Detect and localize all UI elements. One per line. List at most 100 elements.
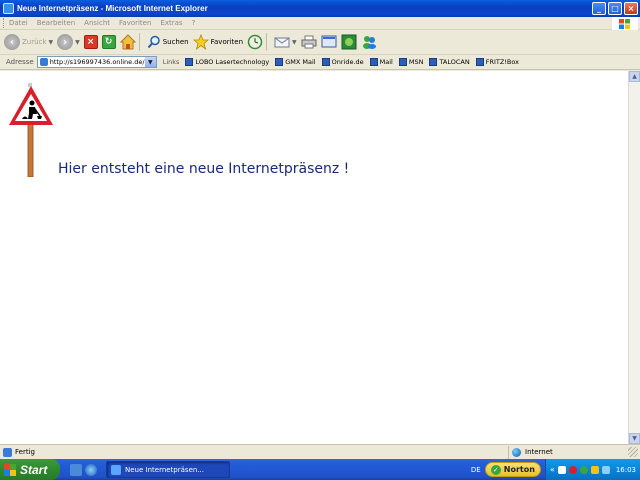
language-indicator[interactable]: DE bbox=[471, 466, 481, 474]
back-arrow-icon: ‹ bbox=[4, 34, 20, 50]
link-label: TALOCAN bbox=[439, 58, 470, 66]
history-icon bbox=[247, 34, 263, 50]
zone-label: Internet bbox=[525, 448, 553, 456]
edit-button[interactable] bbox=[321, 32, 337, 52]
link-label: GMX Mail bbox=[285, 58, 316, 66]
address-label: Adresse bbox=[6, 58, 34, 66]
title-bar: Neue Internetpräsenz - Microsoft Interne… bbox=[0, 0, 640, 17]
search-button[interactable]: Suchen bbox=[147, 32, 189, 52]
back-label: Zurück bbox=[22, 38, 47, 46]
messenger-button[interactable] bbox=[361, 32, 377, 52]
link-gmx-mail[interactable]: GMX Mail bbox=[275, 58, 316, 66]
vertical-scrollbar[interactable]: ▲ ▼ bbox=[628, 71, 640, 444]
link-label: LOBO Lasertechnology bbox=[195, 58, 270, 66]
ie-quicklaunch-icon[interactable] bbox=[85, 463, 97, 476]
construction-sign-icon bbox=[9, 83, 53, 177]
back-button[interactable]: ‹ Zurück ▼ bbox=[4, 32, 53, 52]
scroll-down-icon[interactable]: ▼ bbox=[629, 433, 640, 444]
toolbar-separator bbox=[138, 33, 140, 51]
link-page-icon bbox=[275, 58, 284, 66]
toolbar-grip[interactable] bbox=[3, 18, 6, 28]
norton-label: Norton bbox=[503, 465, 535, 474]
mail-button[interactable]: ▼ bbox=[274, 32, 297, 52]
link-page-icon bbox=[429, 58, 438, 66]
link-lobo[interactable]: LOBO Lasertechnology bbox=[185, 58, 269, 66]
history-button[interactable] bbox=[247, 32, 263, 52]
stop-button[interactable]: × bbox=[83, 32, 98, 52]
link-page-icon bbox=[321, 58, 330, 66]
forward-button[interactable]: › ▼ bbox=[57, 32, 80, 52]
security-zone: Internet bbox=[508, 445, 628, 459]
link-page-icon bbox=[475, 58, 484, 66]
back-dropdown-icon[interactable]: ▼ bbox=[48, 39, 53, 46]
ie-task-icon bbox=[111, 464, 121, 475]
start-label: Start bbox=[20, 462, 48, 477]
menu-ansicht[interactable]: Ansicht bbox=[84, 19, 110, 27]
tray-security-icon[interactable] bbox=[568, 465, 577, 474]
discuss-icon bbox=[341, 34, 357, 50]
standard-toolbar: ‹ Zurück ▼ › ▼ × ↻ Suchen Favoriten ▼ bbox=[0, 30, 640, 55]
window-title: Neue Internetpräsenz - Microsoft Interne… bbox=[17, 4, 208, 13]
check-icon: ✓ bbox=[490, 464, 501, 475]
start-button[interactable]: Start bbox=[0, 459, 60, 480]
task-label: Neue Internetpräsen... bbox=[125, 465, 204, 474]
menu-datei[interactable]: Datei bbox=[9, 19, 28, 27]
page-icon bbox=[39, 58, 48, 66]
link-page-icon bbox=[398, 58, 407, 66]
link-label: Onride.de bbox=[331, 58, 364, 66]
print-button[interactable] bbox=[301, 32, 317, 52]
mail-icon bbox=[274, 37, 290, 48]
globe-icon bbox=[512, 447, 521, 457]
star-icon bbox=[192, 34, 209, 50]
toolbar-separator bbox=[266, 33, 268, 51]
page-status-icon bbox=[3, 447, 12, 457]
mail-dropdown-icon[interactable]: ▼ bbox=[292, 39, 297, 46]
resize-grip-icon[interactable] bbox=[628, 447, 638, 457]
home-button[interactable] bbox=[119, 32, 136, 52]
windows-flag-icon bbox=[4, 463, 16, 476]
home-icon bbox=[119, 34, 136, 50]
ie-icon bbox=[3, 3, 14, 14]
tray-status-icon[interactable] bbox=[579, 465, 588, 474]
link-label: FRITZ!Box bbox=[485, 58, 520, 66]
search-icon bbox=[147, 35, 160, 49]
taskbar-item-ie[interactable]: Neue Internetpräsen... bbox=[106, 461, 230, 478]
search-label: Suchen bbox=[162, 38, 189, 46]
clock[interactable]: 16:03 bbox=[616, 466, 636, 474]
minimize-button[interactable]: _ bbox=[592, 2, 606, 15]
address-input[interactable]: http://s196997436.online.de/ ▼ bbox=[36, 56, 157, 68]
menu-extras[interactable]: Extras bbox=[160, 19, 182, 27]
menu-help[interactable]: ? bbox=[192, 19, 196, 27]
menu-bearbeiten[interactable]: Bearbeiten bbox=[37, 19, 75, 27]
discuss-button[interactable] bbox=[341, 32, 357, 52]
link-label: MSN bbox=[408, 58, 424, 66]
address-value[interactable]: http://s196997436.online.de/ bbox=[50, 58, 145, 66]
link-msn[interactable]: MSN bbox=[398, 58, 424, 66]
link-mail[interactable]: Mail bbox=[369, 58, 393, 66]
menu-favoriten[interactable]: Favoriten bbox=[119, 19, 151, 27]
maximize-button[interactable]: □ bbox=[608, 2, 622, 15]
taskbar: Start Neue Internetpräsen... DE ✓ Norton… bbox=[0, 459, 640, 480]
tray-expand-icon[interactable]: « bbox=[550, 465, 555, 474]
link-onride[interactable]: Onride.de bbox=[321, 58, 364, 66]
status-text: Fertig bbox=[15, 448, 35, 456]
favorites-button[interactable]: Favoriten bbox=[192, 32, 243, 52]
system-tray: « 16:03 bbox=[544, 459, 640, 480]
quick-launch bbox=[70, 463, 100, 476]
link-fritzbox[interactable]: FRITZ!Box bbox=[475, 58, 520, 66]
scroll-up-icon[interactable]: ▲ bbox=[629, 71, 640, 82]
tray-volume-icon[interactable] bbox=[601, 465, 610, 474]
messenger-icon bbox=[362, 36, 376, 49]
link-talocan[interactable]: TALOCAN bbox=[429, 58, 470, 66]
forward-dropdown-icon[interactable]: ▼ bbox=[75, 39, 80, 46]
tray-app-icon[interactable] bbox=[590, 465, 599, 474]
desktop-icon[interactable] bbox=[70, 463, 82, 476]
refresh-button[interactable]: ↻ bbox=[101, 32, 116, 52]
address-dropdown-icon[interactable]: ▼ bbox=[144, 57, 156, 67]
tray-network-icon[interactable] bbox=[557, 465, 566, 474]
links-bar: Links LOBO Lasertechnology GMX Mail Onri… bbox=[163, 58, 525, 66]
norton-button[interactable]: ✓ Norton bbox=[484, 462, 541, 477]
menu-bar: Datei Bearbeiten Ansicht Favoriten Extra… bbox=[0, 17, 640, 30]
close-button[interactable]: × bbox=[624, 2, 638, 15]
page-headline: Hier entsteht eine neue Internetpräsenz … bbox=[58, 161, 350, 177]
